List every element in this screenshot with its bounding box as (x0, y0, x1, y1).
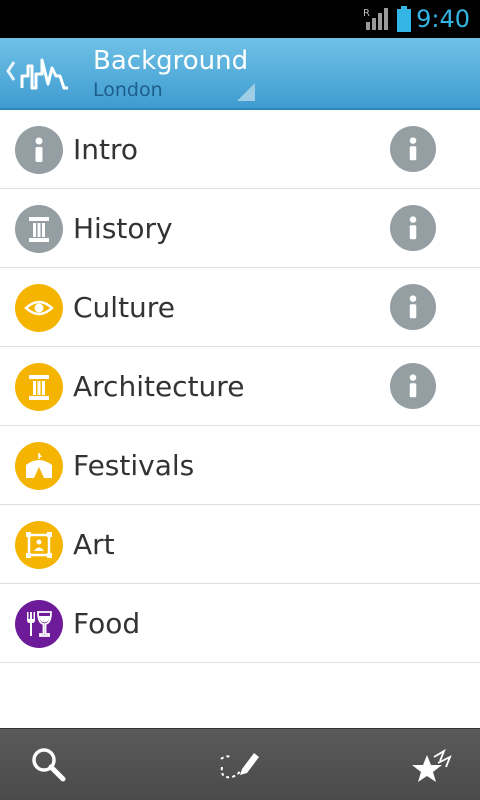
city-skyline-logo-icon[interactable] (20, 54, 70, 92)
category-list: Intro History Culture Architecture Festi… (0, 110, 480, 663)
status-time: 9:40 (416, 5, 470, 33)
list-item-label: Culture (73, 291, 175, 324)
itinerary-edit-icon[interactable] (218, 743, 262, 787)
back-chevron-icon[interactable] (4, 56, 18, 86)
info-button-icon[interactable] (390, 284, 436, 330)
battery-icon (397, 6, 411, 32)
page-title[interactable]: Background (93, 46, 248, 76)
favorites-stars-icon[interactable] (410, 743, 454, 787)
tent-icon (15, 442, 63, 490)
signal-roaming-icon: R (363, 8, 388, 30)
list-item-label: Art (73, 528, 115, 561)
list-item-history[interactable]: History (0, 189, 480, 268)
picture-frame-icon (15, 521, 63, 569)
info-button-icon[interactable] (390, 205, 436, 251)
info-button-icon[interactable] (390, 126, 436, 172)
search-icon[interactable] (26, 743, 70, 787)
info-button-icon[interactable] (390, 363, 436, 409)
list-item-art[interactable]: Art (0, 505, 480, 584)
list-item-festivals[interactable]: Festivals (0, 426, 480, 505)
status-bar: R 9:40 (0, 0, 480, 38)
info-icon (15, 126, 63, 174)
list-item-label: Food (73, 607, 141, 640)
fork-wine-icon (15, 600, 63, 648)
action-bar: Background London (0, 38, 480, 110)
page-subtitle[interactable]: London (93, 79, 163, 101)
svg-text:R: R (363, 8, 370, 19)
eye-icon (15, 284, 63, 332)
list-item-intro[interactable]: Intro (0, 110, 480, 189)
spinner-corner-icon[interactable] (237, 83, 255, 101)
list-item-label: History (73, 212, 173, 245)
column-icon (15, 363, 63, 411)
list-item-architecture[interactable]: Architecture (0, 347, 480, 426)
list-item-label: Architecture (73, 370, 245, 403)
list-item-food[interactable]: Food (0, 584, 480, 663)
bottom-toolbar (0, 728, 480, 800)
list-item-label: Intro (73, 133, 139, 166)
list-item-culture[interactable]: Culture (0, 268, 480, 347)
column-icon (15, 205, 63, 253)
list-item-label: Festivals (73, 449, 195, 482)
